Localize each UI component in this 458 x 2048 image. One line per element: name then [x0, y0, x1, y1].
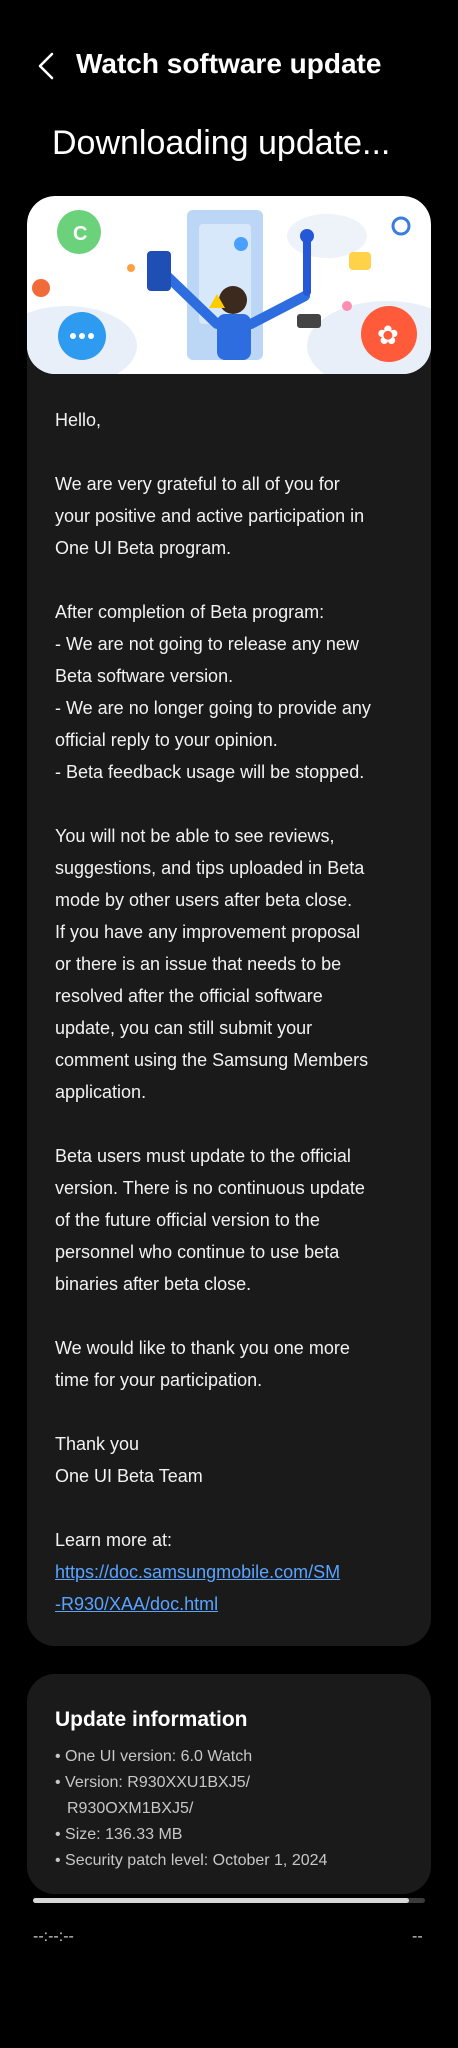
chevron-left-icon [38, 52, 54, 80]
update-info-title: Update information [55, 1708, 248, 1731]
info-row-security: • Security patch level: October 1, 2024 [55, 1852, 328, 1869]
paragraph-thanks: We would like to thank you one more time… [55, 1338, 350, 1390]
info-row-oneui: • One UI version: 6.0 Watch [55, 1748, 253, 1765]
update-info-list: • One UI version: 6.0 Watch • Version: R… [55, 1744, 327, 1874]
info-row-version-cont: R930OXM1BXJ5/ [67, 1800, 194, 1817]
page-title: Watch software update [76, 48, 382, 79]
download-progress-fill [33, 1898, 410, 1903]
progress-percent: -- [412, 1928, 423, 1945]
update-info-card: Update information • One UI version: 6.0… [27, 1674, 431, 1894]
release-notes-card[interactable]: C ✿ Hello, We are very grateful to all o… [27, 196, 431, 1646]
learn-more: Learn more at: https://doc.samsungmobile… [55, 1524, 415, 1620]
beta-illustration: C ✿ [27, 196, 431, 374]
download-progress-bar [33, 1898, 425, 1903]
info-row-size: • Size: 136.33 MB [55, 1826, 183, 1843]
app-bar: Watch software update [0, 36, 458, 96]
svg-text:✿: ✿ [377, 321, 399, 351]
signoff: Thank you One UI Beta Team [55, 1434, 203, 1486]
learn-more-label: Learn more at: [55, 1530, 173, 1550]
paragraph-gratitude: We are very grateful to all of you for y… [55, 474, 365, 558]
svg-text:C: C [73, 223, 87, 245]
paragraph-reviews: You will not be able to see reviews, sug… [55, 826, 369, 1102]
time-remaining: --:--:-- [33, 1928, 74, 1945]
download-status-heading: Downloading update... [52, 124, 391, 162]
info-row-version: • Version: R930XXU1BXJ5/ [55, 1774, 251, 1791]
doc-link[interactable]: https://doc.samsungmobile.com/SM -R930/X… [55, 1556, 415, 1620]
paragraph-official-version: Beta users must update to the official v… [55, 1146, 365, 1294]
paragraph-program-end: After completion of Beta program: - We a… [55, 602, 371, 782]
back-button[interactable] [28, 46, 68, 86]
greeting: Hello, [55, 410, 102, 430]
release-notes-text: Hello, We are very grateful to all of yo… [55, 404, 415, 1646]
